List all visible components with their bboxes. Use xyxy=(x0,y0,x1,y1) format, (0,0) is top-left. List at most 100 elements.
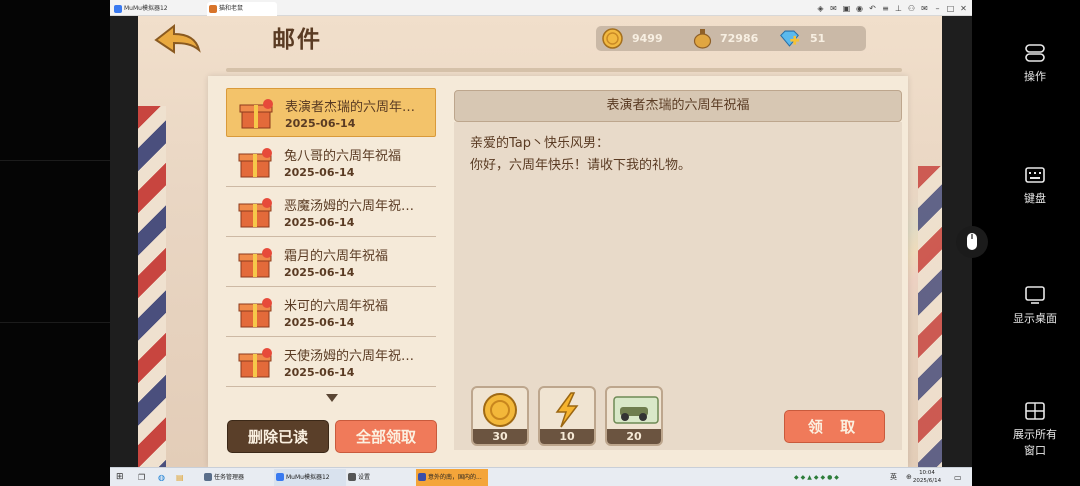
left-blank-area xyxy=(0,0,110,486)
back-arrow-icon[interactable] xyxy=(152,22,202,56)
lightning-icon xyxy=(555,392,579,428)
mail-item[interactable]: 天使汤姆的六周年祝… 2025-06-14 xyxy=(226,338,436,387)
mail-icon[interactable]: ✉ xyxy=(829,4,838,13)
task-view-icon[interactable]: ❐ xyxy=(138,468,145,486)
taskbar-item[interactable]: 设置 xyxy=(346,469,414,486)
potion-count: 72986 xyxy=(720,32,759,45)
pin-icon[interactable]: ⊥ xyxy=(894,4,903,13)
gamepad-icon[interactable]: ◈ xyxy=(816,4,825,13)
taskbar-item-label: MuMu模拟器12 xyxy=(286,474,330,481)
mouse-icon xyxy=(967,233,977,250)
mail-list: 表演者杰瑞的六周年… 2025-06-14 兔八哥的六周年祝福 2025-06-… xyxy=(226,88,438,408)
claim-button[interactable]: 领 取 xyxy=(784,410,885,443)
taskbar-item[interactable]: 意外的南，国内的... xyxy=(416,469,488,486)
windows-grid-icon xyxy=(1025,402,1045,420)
network-icon[interactable]: ⊕ xyxy=(906,468,912,486)
mumu-icon xyxy=(114,5,122,13)
mouse-toggle[interactable] xyxy=(956,226,988,258)
mail-item[interactable]: 兔八哥的六周年祝福 2025-06-14 xyxy=(226,138,436,187)
envelope-stripe xyxy=(918,166,942,467)
tab-label: MuMu模拟器12 xyxy=(124,5,168,12)
sidebar-item-show-desktop[interactable]: 显示桌面 xyxy=(990,284,1080,326)
game-screen: 邮件 9499 72986 51 表演者杰瑞的六周年… 2025-06-14 兔… xyxy=(138,16,942,467)
toggle-icon xyxy=(1025,44,1045,62)
sidebar-item-label: 操作 xyxy=(1024,70,1046,83)
divider xyxy=(0,160,110,161)
mail-detail-title: 表演者杰瑞的六周年祝福 xyxy=(454,90,902,122)
diamond-count: 51 xyxy=(810,32,826,45)
settings-gear-icon xyxy=(348,473,356,481)
gold-coin-icon xyxy=(483,393,517,427)
mail-message: 你好，六周年快乐！请收下我的礼物。 xyxy=(470,158,692,173)
diamond-plus-icon[interactable] xyxy=(779,28,800,49)
mail-greeting: 亲爱的Tap丶快乐风男： xyxy=(470,136,610,151)
reward-item[interactable]: 10 xyxy=(538,386,596,446)
mail-date: 2025-06-14 xyxy=(284,266,355,279)
window-controls: ◈ ✉ ▣ ◉ ↶ ≡ ⊥ ⚇ ✉ – □ ✕ xyxy=(816,1,968,15)
clock[interactable]: 10:04 2025/6/14 xyxy=(912,469,942,485)
gift-icon xyxy=(238,198,272,228)
sidebar-item-all-windows[interactable]: 展示所有窗口 xyxy=(990,400,1080,458)
gift-icon xyxy=(238,298,272,328)
explorer-icon[interactable]: ▤ xyxy=(176,468,184,486)
app-icon xyxy=(418,473,426,481)
mail-date: 2025-06-14 xyxy=(284,366,355,379)
record-icon[interactable]: ◉ xyxy=(855,4,864,13)
reward-count: 20 xyxy=(607,429,661,444)
delete-read-button[interactable]: 删除已读 xyxy=(227,420,329,453)
mail-title: 兔八哥的六周年祝福 xyxy=(284,149,402,164)
edge-icon[interactable]: ◍ xyxy=(158,468,165,486)
undo-icon[interactable]: ↶ xyxy=(868,4,877,13)
tab-label: 猫和老鼠 xyxy=(219,5,244,12)
notification-icon[interactable]: ▭ xyxy=(954,468,962,486)
reward-item[interactable]: 20 xyxy=(605,386,663,446)
tab-game[interactable]: 猫和老鼠 xyxy=(207,2,277,16)
system-tray-icons[interactable]: ◆◆▲◆◆●◆ xyxy=(794,468,874,486)
claim-all-button[interactable]: 全部领取 xyxy=(335,420,437,453)
mail-title: 恶魔汤姆的六周年祝… xyxy=(284,199,415,214)
mail-date: 2025-06-14 xyxy=(285,117,356,130)
taskbar-item[interactable]: MuMu模拟器12 xyxy=(274,469,346,486)
sidebar-item-keyboard[interactable]: 键盘 xyxy=(990,164,1080,206)
clock-time: 10:04 xyxy=(919,470,935,476)
mail-date: 2025-06-14 xyxy=(284,166,355,179)
menu-icon[interactable]: ≡ xyxy=(881,4,890,13)
gift-icon xyxy=(238,348,272,378)
mail-item[interactable]: 霜月的六周年祝福 2025-06-14 xyxy=(226,238,436,287)
start-icon[interactable]: ⊞ xyxy=(116,468,124,486)
user-icon[interactable]: ⚇ xyxy=(907,4,916,13)
ime-indicator[interactable]: 英 xyxy=(890,468,897,486)
reward-count: 10 xyxy=(540,429,594,444)
potion-icon xyxy=(693,29,712,49)
minimize-icon[interactable]: – xyxy=(933,4,942,13)
mail-title: 天使汤姆的六周年祝… xyxy=(284,349,415,364)
screenshot-icon[interactable]: ▣ xyxy=(842,4,851,13)
reward-count: 30 xyxy=(473,429,527,444)
task-manager-icon xyxy=(204,473,212,481)
gift-icon xyxy=(238,148,272,178)
gift-icon xyxy=(238,248,272,278)
mail-title: 米可的六周年祝福 xyxy=(284,299,389,314)
message-icon[interactable]: ✉ xyxy=(920,4,929,13)
windows-taskbar: ⊞ ❐ ◍ ▤ 任务管理器 MuMu模拟器12 设置 意外的南，国内的... ◆… xyxy=(110,467,972,486)
close-icon[interactable]: ✕ xyxy=(959,4,968,13)
taskbar-item[interactable]: 任务管理器 xyxy=(202,469,274,486)
car-ticket-icon xyxy=(613,396,659,424)
right-sidebar: 操作 键盘 显示桌面 展示所有窗口 xyxy=(990,0,1080,486)
tab-mumu[interactable]: MuMu模拟器12 xyxy=(112,2,202,16)
coin-count: 9499 xyxy=(632,32,663,45)
mail-item[interactable]: 表演者杰瑞的六周年… 2025-06-14 xyxy=(226,88,436,137)
reward-item[interactable]: 30 xyxy=(471,386,529,446)
maximize-icon[interactable]: □ xyxy=(946,4,955,13)
mail-item[interactable]: 米可的六周年祝福 2025-06-14 xyxy=(226,288,436,337)
mumu-icon xyxy=(276,473,284,481)
taskbar-item-label: 设置 xyxy=(358,474,371,481)
sidebar-item-label: 显示桌面 xyxy=(1013,312,1057,325)
keyboard-icon xyxy=(1025,167,1045,183)
sidebar-item-operation[interactable]: 操作 xyxy=(990,42,1080,84)
mail-item[interactable]: 恶魔汤姆的六周年祝… 2025-06-14 xyxy=(226,188,436,237)
clock-date: 2025/6/14 xyxy=(912,478,942,484)
scroll-down-icon[interactable] xyxy=(326,394,338,402)
sidebar-item-label: 键盘 xyxy=(1024,192,1046,205)
desktop-icon xyxy=(1025,286,1045,304)
